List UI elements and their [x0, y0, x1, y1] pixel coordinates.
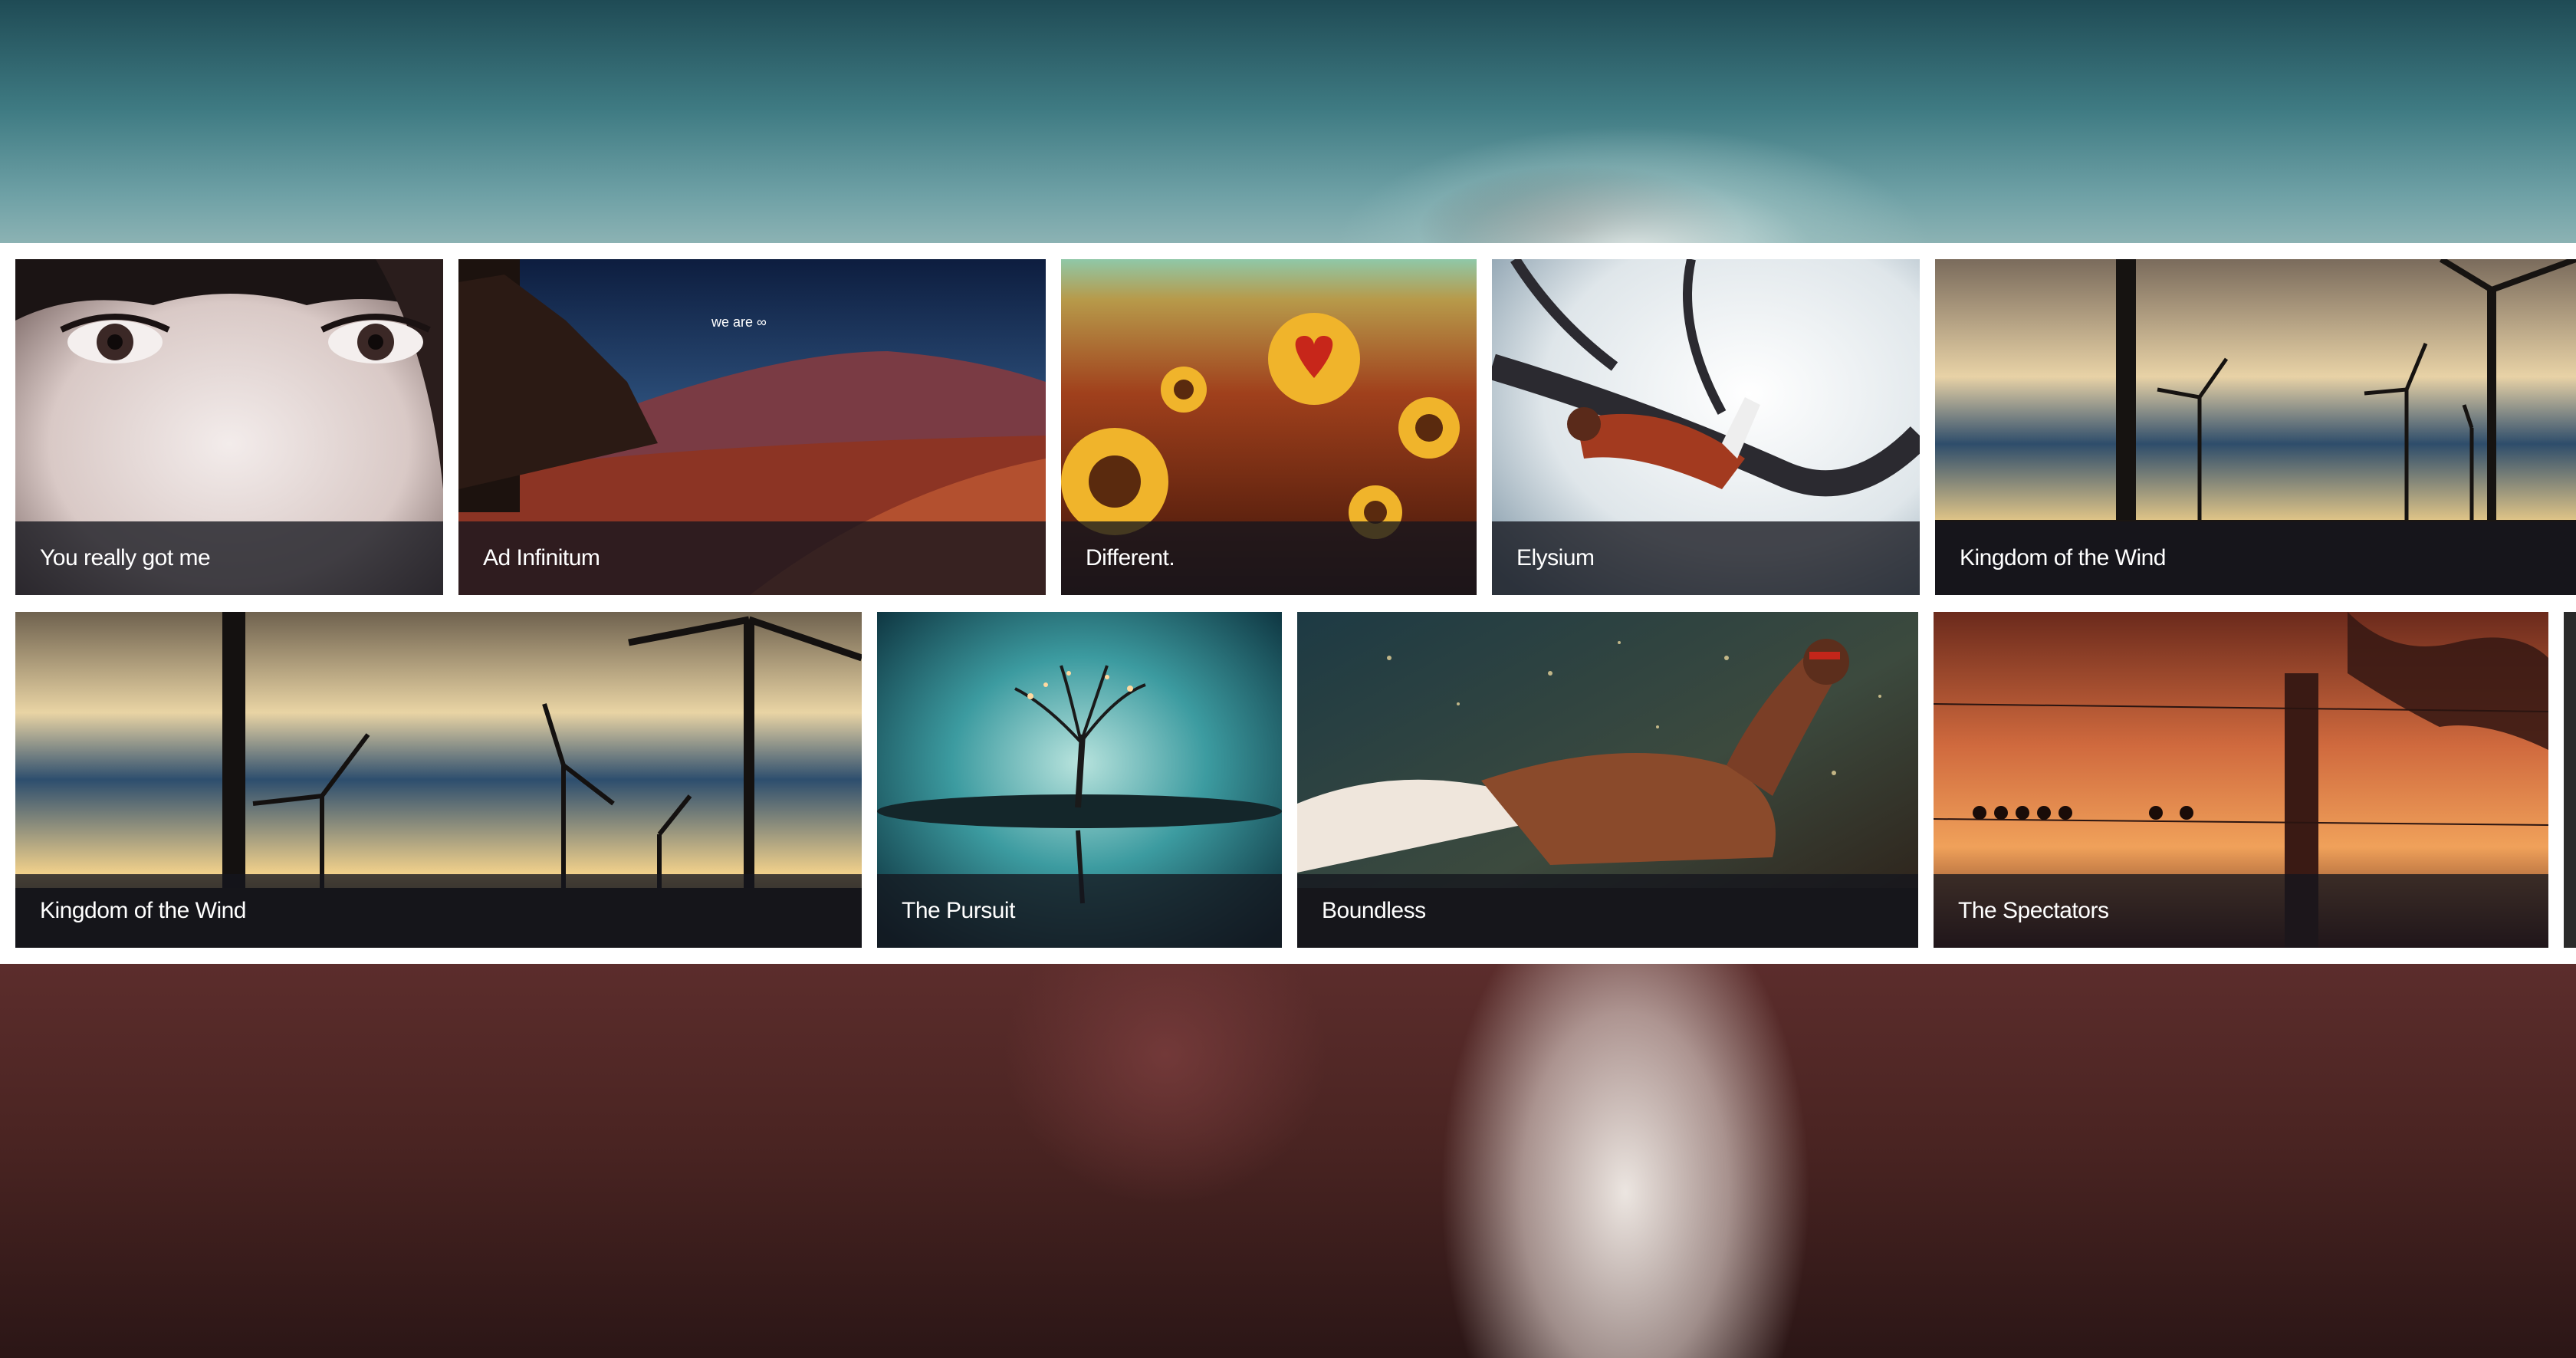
tile-caption: Kingdom of the Wind	[1935, 521, 2576, 595]
tile-title: Boundless	[1322, 898, 1426, 923]
gallery-tile-ad-infinitum[interactable]: we are ∞ Ad Infinitum	[458, 259, 1046, 595]
background-photo-bottom	[0, 962, 2576, 1358]
gallery-tile-the-spectators[interactable]: The Spectators	[1934, 612, 2548, 948]
image-overlay-text: we are ∞	[711, 314, 767, 330]
tile-caption: Boundless	[1297, 874, 1918, 948]
tile-title: Kingdom of the Wind	[40, 898, 246, 923]
tile-title: The Pursuit	[902, 898, 1015, 923]
tile-title: You really got me	[40, 545, 211, 570]
tile-title: The Spectators	[1958, 898, 2109, 923]
tile-caption: Ad Infinitum	[458, 521, 1046, 595]
tile-caption: You really got me	[15, 521, 443, 595]
tile-title: Kingdom of the Wind	[1960, 545, 2166, 570]
gallery-tile-boundless[interactable]: Boundless	[1297, 612, 1918, 948]
tile-caption: The Pursuit	[877, 874, 1282, 948]
gallery-tile-elysium[interactable]: Elysium	[1492, 259, 1920, 595]
gallery-tile-different[interactable]: Different.	[1061, 259, 1477, 595]
tile-title: Different.	[1086, 545, 1175, 570]
tile-title: Elysium	[1516, 545, 1595, 570]
gallery-tile-kingdom-of-the-wind[interactable]: Kingdom of the Wind	[1935, 259, 2576, 595]
tile-caption: Kingdom of the Wind	[15, 874, 862, 948]
gallery-tile-kingdom-of-the-wind-2[interactable]: Kingdom of the Wind	[15, 612, 862, 948]
gallery-band: You really got me we are ∞ Ad Infinitum	[0, 243, 2576, 964]
tile-caption: Elysium	[1492, 521, 1920, 595]
tile-caption: The Spectators	[1934, 874, 2548, 948]
gallery-tile-the-pursuit[interactable]: The Pursuit	[877, 612, 1282, 948]
gallery-tile-partial[interactable]	[2564, 612, 2576, 948]
gallery-tile-you-really-got-me[interactable]: You really got me	[15, 259, 443, 595]
tile-title: Ad Infinitum	[483, 545, 600, 570]
background-photo-top	[0, 0, 2576, 245]
tile-caption: Different.	[1061, 521, 1477, 595]
